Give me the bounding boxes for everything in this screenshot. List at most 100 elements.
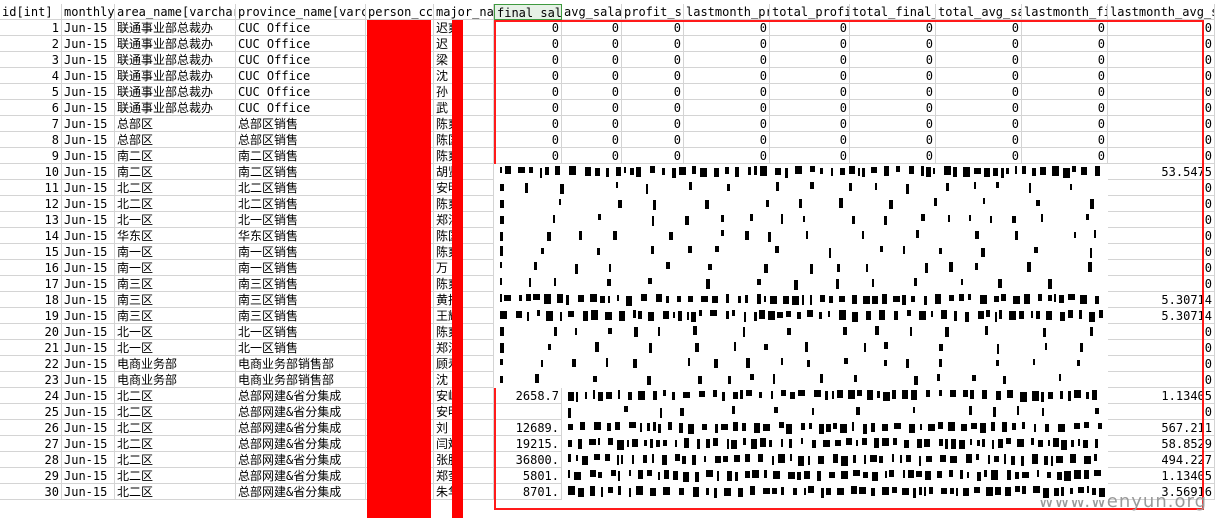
- cell-major[interactable]: 陈爽: [434, 324, 494, 340]
- cell-area[interactable]: 北二区: [115, 404, 236, 420]
- cell-month[interactable]: Jun-15: [62, 356, 115, 372]
- cell-major[interactable]: 迟: [434, 36, 494, 52]
- cell-area[interactable]: 联通事业部总裁办: [115, 68, 236, 84]
- cell-major[interactable]: 陈国: [434, 132, 494, 148]
- cell-area[interactable]: 总部区: [115, 116, 236, 132]
- cell-province[interactable]: 总部网建&省分集成: [236, 420, 366, 436]
- cell-id[interactable]: 8: [0, 132, 62, 148]
- cell-province[interactable]: 南三区销售: [236, 308, 366, 324]
- cell-month[interactable]: Jun-15: [62, 20, 115, 36]
- cell-major[interactable]: 顾寿: [434, 356, 494, 372]
- cell-month[interactable]: Jun-15: [62, 372, 115, 388]
- cell-area[interactable]: 华东区: [115, 228, 236, 244]
- cell-major[interactable]: 刘: [434, 420, 494, 436]
- cell-province[interactable]: CUC Office: [236, 68, 366, 84]
- cell-id[interactable]: 26: [0, 420, 62, 436]
- cell-province[interactable]: CUC Office: [236, 84, 366, 100]
- cell-province[interactable]: 总部区销售: [236, 132, 366, 148]
- cell-area[interactable]: 北一区: [115, 324, 236, 340]
- cell-province[interactable]: 总部区销售: [236, 116, 366, 132]
- column-header-11[interactable]: total_final_: [850, 4, 936, 20]
- cell-id[interactable]: 20: [0, 324, 62, 340]
- cell-area[interactable]: 总部区: [115, 132, 236, 148]
- cell-month[interactable]: Jun-15: [62, 452, 115, 468]
- cell-id[interactable]: 25: [0, 404, 62, 420]
- cell-month[interactable]: Jun-15: [62, 84, 115, 100]
- cell-province[interactable]: 电商业务部销售部: [236, 372, 366, 388]
- cell-major[interactable]: 沈: [434, 68, 494, 84]
- cell-major[interactable]: 安明: [434, 404, 494, 420]
- cell-id[interactable]: 29: [0, 468, 62, 484]
- cell-area[interactable]: 北二区: [115, 484, 236, 500]
- cell-area[interactable]: 北二区: [115, 196, 236, 212]
- cell-area[interactable]: 南三区: [115, 276, 236, 292]
- cell-area[interactable]: 北二区: [115, 436, 236, 452]
- cell-month[interactable]: Jun-15: [62, 148, 115, 164]
- cell-major[interactable]: 武: [434, 100, 494, 116]
- cell-id[interactable]: 18: [0, 292, 62, 308]
- cell-province[interactable]: 总部网建&省分集成: [236, 468, 366, 484]
- cell-month[interactable]: Jun-15: [62, 116, 115, 132]
- cell-id[interactable]: 2: [0, 36, 62, 52]
- column-header-0[interactable]: id[int]: [0, 4, 62, 20]
- cell-month[interactable]: Jun-15: [62, 308, 115, 324]
- cell-id[interactable]: 27: [0, 436, 62, 452]
- column-header-9[interactable]: lastmonth_pr: [684, 4, 770, 20]
- cell-area[interactable]: 南一区: [115, 260, 236, 276]
- cell-area[interactable]: 联通事业部总裁办: [115, 100, 236, 116]
- cell-id[interactable]: 4: [0, 68, 62, 84]
- cell-area[interactable]: 南三区: [115, 292, 236, 308]
- cell-major[interactable]: 梁: [434, 52, 494, 68]
- cell-major[interactable]: 黄扬: [434, 292, 494, 308]
- cell-id[interactable]: 9: [0, 148, 62, 164]
- cell-area[interactable]: 电商业务部: [115, 372, 236, 388]
- column-header-3[interactable]: province_name[varc: [236, 4, 366, 20]
- cell-month[interactable]: Jun-15: [62, 244, 115, 260]
- cell-province[interactable]: 南二区销售: [236, 148, 366, 164]
- cell-major[interactable]: 闫斌: [434, 436, 494, 452]
- cell-id[interactable]: 10: [0, 164, 62, 180]
- cell-province[interactable]: 华东区销售: [236, 228, 366, 244]
- cell-province[interactable]: 南一区销售: [236, 260, 366, 276]
- cell-major[interactable]: 郑江: [434, 340, 494, 356]
- cell-province[interactable]: 北一区销售: [236, 340, 366, 356]
- column-header-8[interactable]: profit_s: [622, 4, 684, 20]
- cell-month[interactable]: Jun-15: [62, 276, 115, 292]
- cell-province[interactable]: CUC Office: [236, 100, 366, 116]
- cell-province[interactable]: 总部网建&省分集成: [236, 484, 366, 500]
- column-header-1[interactable]: monthly: [62, 4, 115, 20]
- cell-major[interactable]: 胡贤: [434, 164, 494, 180]
- cell-id[interactable]: 5: [0, 84, 62, 100]
- cell-major[interactable]: 张胜: [434, 452, 494, 468]
- column-header-2[interactable]: area_name[varchar: [115, 4, 236, 20]
- cell-id[interactable]: 24: [0, 388, 62, 404]
- cell-province[interactable]: 北二区销售: [236, 180, 366, 196]
- cell-id[interactable]: 22: [0, 356, 62, 372]
- cell-province[interactable]: 电商业务部销售部: [236, 356, 366, 372]
- cell-major[interactable]: 郑奎: [434, 468, 494, 484]
- cell-id[interactable]: 13: [0, 212, 62, 228]
- cell-major[interactable]: 安峰: [434, 388, 494, 404]
- column-header-5[interactable]: major_na: [434, 4, 494, 20]
- cell-area[interactable]: 南二区: [115, 164, 236, 180]
- cell-month[interactable]: Jun-15: [62, 436, 115, 452]
- cell-month[interactable]: Jun-15: [62, 484, 115, 500]
- cell-major[interactable]: 朱华: [434, 484, 494, 500]
- cell-area[interactable]: 北一区: [115, 212, 236, 228]
- cell-major[interactable]: 陈爽: [434, 244, 494, 260]
- cell-province[interactable]: 总部网建&省分集成: [236, 388, 366, 404]
- cell-major[interactable]: 王辉: [434, 308, 494, 324]
- cell-month[interactable]: Jun-15: [62, 404, 115, 420]
- cell-month[interactable]: Jun-15: [62, 260, 115, 276]
- cell-province[interactable]: 北一区销售: [236, 212, 366, 228]
- cell-month[interactable]: Jun-15: [62, 212, 115, 228]
- cell-area[interactable]: 北二区: [115, 388, 236, 404]
- cell-area[interactable]: 联通事业部总裁办: [115, 20, 236, 36]
- cell-month[interactable]: Jun-15: [62, 228, 115, 244]
- cell-major[interactable]: 陈国: [434, 228, 494, 244]
- cell-major[interactable]: 沈: [434, 372, 494, 388]
- cell-major[interactable]: 万: [434, 260, 494, 276]
- cell-area[interactable]: 北一区: [115, 340, 236, 356]
- cell-month[interactable]: Jun-15: [62, 340, 115, 356]
- cell-province[interactable]: 北一区销售: [236, 324, 366, 340]
